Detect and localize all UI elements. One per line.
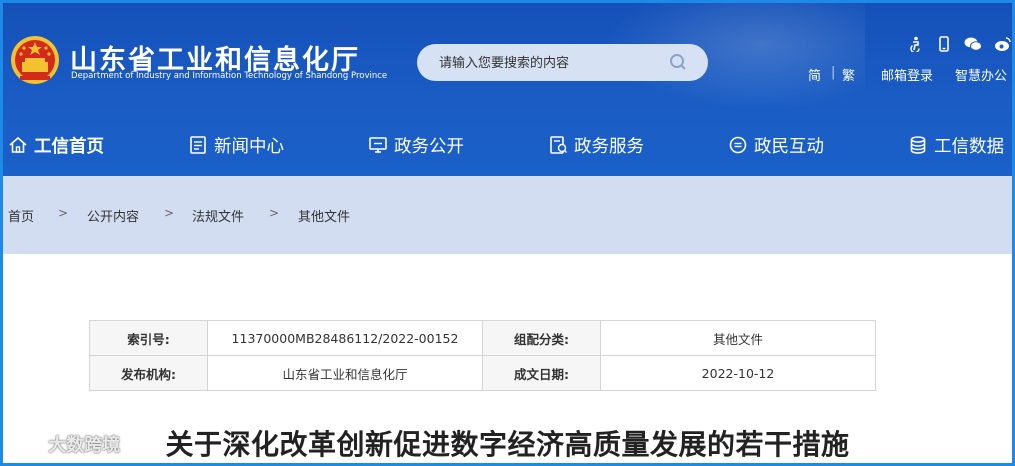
- simplified-chinese-link[interactable]: 简: [808, 65, 821, 84]
- monitor-icon: [369, 137, 387, 153]
- search-box[interactable]: [417, 44, 708, 83]
- mailbox-login-link[interactable]: 邮箱登录: [881, 65, 933, 84]
- date-label: 成文日期:: [482, 355, 601, 391]
- nav-gov-service[interactable]: 政务服务: [548, 122, 644, 168]
- nav-gov-service-label: 政务服务: [574, 136, 644, 157]
- category-label: 组配分类:: [482, 320, 601, 356]
- national-emblem-logo: [11, 36, 59, 84]
- index-value: 11370000MB28486112/2022-00152: [207, 320, 483, 356]
- breadcrumb-other-files[interactable]: 其他文件: [298, 206, 350, 225]
- date-value: 2022-10-12: [600, 355, 876, 391]
- main-nav: 工信首页 新闻中心 政务公开 政务服务 政民互动 工信数据: [0, 122, 1015, 168]
- nav-gov-info[interactable]: 政务公开: [368, 122, 464, 168]
- article-title: 关于深化改革创新促进数字经济高质量发展的若干措施: [165, 428, 850, 461]
- site-header: 山东省工业和信息化厅 Department of Industry and In…: [0, 0, 1015, 176]
- nav-gov-info-label: 政务公开: [394, 136, 464, 157]
- watermark: 大数跨境: [12, 431, 120, 457]
- search-icon[interactable]: [669, 53, 687, 71]
- link-separator: |: [831, 65, 836, 80]
- accessibility-icon[interactable]: [908, 36, 924, 54]
- breadcrumb-home[interactable]: 首页: [8, 206, 34, 225]
- home-icon: [9, 136, 27, 153]
- nav-data[interactable]: 工信数据: [908, 122, 1004, 168]
- service-icon: [550, 136, 567, 154]
- publisher-value: 山东省工业和信息化厅: [207, 355, 483, 391]
- traditional-chinese-link[interactable]: 繁: [842, 65, 855, 84]
- nav-news[interactable]: 新闻中心: [188, 122, 284, 168]
- nav-interaction[interactable]: 政民互动: [728, 122, 824, 168]
- table-row: 发布机构: 山东省工业和信息化厅 成文日期: 2022-10-12: [89, 355, 876, 391]
- index-label: 索引号:: [89, 320, 208, 356]
- breadcrumb-separator: >: [269, 206, 280, 220]
- database-icon: [910, 136, 926, 154]
- breadcrumb-band: [0, 176, 1015, 254]
- breadcrumb-public-content[interactable]: 公开内容: [87, 206, 139, 225]
- nav-home-label: 工信首页: [34, 136, 104, 157]
- publisher-label: 发布机构:: [89, 355, 208, 391]
- table-row: 索引号: 11370000MB28486112/2022-00152 组配分类:…: [89, 320, 876, 356]
- mobile-icon[interactable]: [936, 36, 952, 52]
- smart-office-link[interactable]: 智慧办公: [955, 65, 1007, 84]
- nav-home[interactable]: 工信首页: [8, 122, 104, 168]
- weibo-icon[interactable]: [994, 36, 1011, 52]
- news-icon: [190, 136, 206, 154]
- search-input[interactable]: [437, 44, 671, 83]
- breadcrumb-separator: >: [164, 206, 175, 220]
- category-value: 其他文件: [600, 320, 876, 356]
- nav-data-label: 工信数据: [934, 136, 1004, 157]
- wechat-icon[interactable]: [964, 36, 982, 52]
- nav-interaction-label: 政民互动: [754, 136, 824, 157]
- document-meta-table: 索引号: 11370000MB28486112/2022-00152 组配分类:…: [89, 320, 876, 391]
- watermark-text: 大数跨境: [48, 435, 121, 456]
- nav-news-label: 新闻中心: [214, 136, 284, 157]
- breadcrumb-regulations[interactable]: 法规文件: [192, 206, 244, 225]
- breadcrumb-separator: >: [58, 206, 69, 220]
- watermark-logo-icon: [14, 437, 40, 454]
- chat-icon: [729, 136, 747, 154]
- site-subtitle: Department of Industry and Information T…: [71, 71, 388, 81]
